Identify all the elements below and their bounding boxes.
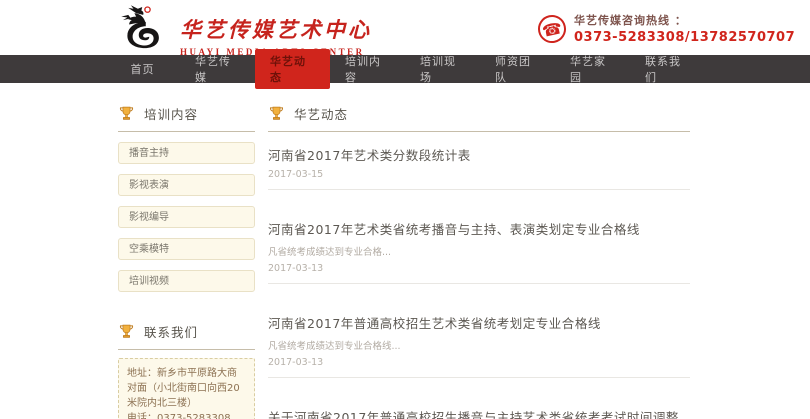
- sidebar-item-broadcast-hosting[interactable]: 播音主持: [118, 142, 255, 164]
- sidebar-contact-header: 联系我们: [118, 318, 255, 344]
- nav-item-home[interactable]: 首页: [105, 55, 180, 83]
- nav-item-faculty-team[interactable]: 师资团队: [480, 55, 555, 83]
- contact-phone: 电话：0373-5283308: [127, 411, 246, 419]
- contact-address: 地址：新乡市平原路大商对面（小北街南口向西20米院内北三楼）: [127, 366, 246, 411]
- site-header: 华艺传媒艺术中心 HUAYI MEDIA ARTS CENTER ☎ 华艺传媒咨…: [0, 0, 810, 55]
- news-item[interactable]: 河南省2017年艺术类分数段统计表 2017-03-15: [268, 132, 690, 190]
- sidebar-contact-title: 联系我们: [144, 322, 198, 341]
- news-date: 2017-03-13: [268, 263, 690, 274]
- nav-item-training-content[interactable]: 培训内容: [330, 55, 405, 83]
- sidebar-item-film-acting[interactable]: 影视表演: [118, 174, 255, 196]
- sidebar-training-divider: [118, 131, 255, 132]
- main-nav-inner: 首页 华艺传媒 华艺动态 培训内容 培训现场 师资团队 华艺家园 联系我们: [105, 55, 705, 83]
- hotline-label: 华艺传媒咨询热线 ：: [574, 12, 795, 28]
- news-section-header: 华艺动态: [268, 100, 690, 126]
- nav-item-huayi-home[interactable]: 华艺家园: [555, 55, 630, 83]
- dragon-logo-icon: [116, 4, 172, 52]
- news-title[interactable]: 河南省2017年艺术类省统考播音与主持、表演类划定专业合格线: [268, 219, 690, 238]
- sidebar-item-film-directing[interactable]: 影视编导: [118, 206, 255, 228]
- page: 华艺传媒艺术中心 HUAYI MEDIA ARTS CENTER ☎ 华艺传媒咨…: [0, 0, 810, 419]
- hotline: ☎ 华艺传媒咨询热线 ： 0373-5283308/13782570707: [538, 12, 795, 45]
- telephone-icon: ☎: [535, 12, 568, 45]
- news-item[interactable]: 河南省2017年普通高校招生艺术类省统考划定专业合格线 凡省统考成绩达到专业合格…: [268, 284, 690, 378]
- news-excerpt: 凡省统考成绩达到专业合格线...: [268, 338, 690, 352]
- news-item[interactable]: 关于河南省2017年普通高校招生播音与主持艺术类省统考考试时间调整的公告 河南省…: [268, 378, 690, 419]
- news-section-title: 华艺动态: [294, 104, 348, 123]
- news-date: 2017-03-13: [268, 357, 690, 368]
- sidebar-training-header: 培训内容: [118, 100, 255, 126]
- hotline-number: 0373-5283308/13782570707: [574, 30, 795, 45]
- main-content: 华艺动态 河南省2017年艺术类分数段统计表 2017-03-15 河南省201…: [268, 100, 690, 419]
- nav-item-training-scene[interactable]: 培训现场: [405, 55, 480, 83]
- nav-item-huayi-news[interactable]: 华艺动态: [255, 55, 330, 83]
- news-title[interactable]: 关于河南省2017年普通高校招生播音与主持艺术类省统考考试时间调整的公告: [268, 407, 690, 419]
- hotline-text: 华艺传媒咨询热线 ： 0373-5283308/13782570707: [574, 12, 795, 45]
- news-excerpt: 凡省统考成绩达到专业合格...: [268, 244, 690, 258]
- sidebar: 培训内容 播音主持 影视表演 影视编导 空乘模特 培训视频 联系我们 地址：新乡…: [118, 100, 255, 419]
- nav-item-contact-us[interactable]: 联系我们: [630, 55, 705, 83]
- sidebar-training-title: 培训内容: [144, 104, 198, 123]
- news-title[interactable]: 河南省2017年普通高校招生艺术类省统考划定专业合格线: [268, 313, 690, 332]
- trophy-icon: [118, 323, 135, 340]
- trophy-icon: [118, 105, 135, 122]
- main-nav: 首页 华艺传媒 华艺动态 培训内容 培训现场 师资团队 华艺家园 联系我们: [0, 55, 810, 83]
- news-title[interactable]: 河南省2017年艺术类分数段统计表: [268, 145, 690, 164]
- nav-item-huayi-media[interactable]: 华艺传媒: [180, 55, 255, 83]
- news-item[interactable]: 河南省2017年艺术类省统考播音与主持、表演类划定专业合格线 凡省统考成绩达到专…: [268, 190, 690, 284]
- sidebar-item-training-video[interactable]: 培训视频: [118, 270, 255, 292]
- contact-info-box: 地址：新乡市平原路大商对面（小北街南口向西20米院内北三楼） 电话：0373-5…: [118, 358, 255, 419]
- trophy-icon: [268, 105, 285, 122]
- news-date: 2017-03-15: [268, 169, 690, 180]
- site-title: 华艺传媒艺术中心: [180, 14, 372, 44]
- sidebar-contact-divider: [118, 349, 255, 350]
- sidebar-item-flight-attendant-model[interactable]: 空乘模特: [118, 238, 255, 260]
